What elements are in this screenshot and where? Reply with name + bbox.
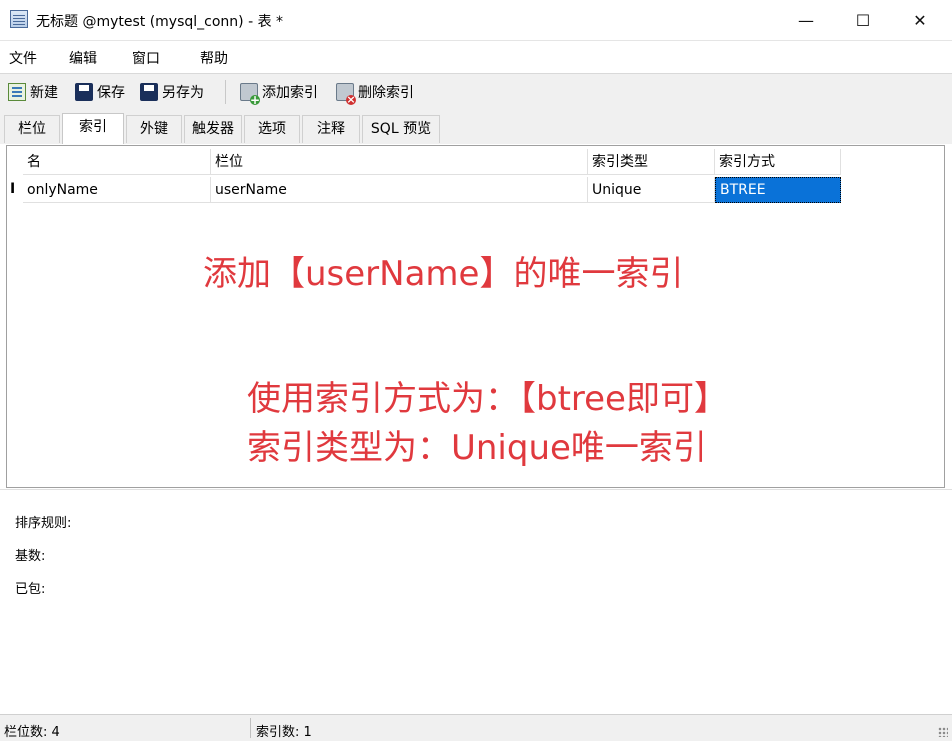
tab-options[interactable]: 选项 [244, 115, 300, 143]
annotation-index-method: 使用索引方式为：【btree即可】 [247, 379, 728, 419]
column-header-index-type[interactable]: 索引类型 [588, 149, 715, 175]
table-design-icon [10, 10, 28, 28]
packed-label: 已包: [15, 582, 46, 597]
title-bar: 无标题 @mytest (mysql_conn) - 表 * — ☐ ✕ [0, 0, 952, 41]
close-button[interactable]: ✕ [891, 0, 949, 40]
delete-index-icon [336, 83, 356, 105]
toolbar: 新建 保存 另存为 添加索引 删除索引 [0, 73, 952, 111]
annotation-add-unique-index: 添加【userName】的唯一索引 [203, 254, 684, 294]
add-index-button-label: 添加索引 [262, 85, 318, 101]
cell-index-name[interactable]: onlyName [23, 177, 211, 203]
window-title: 无标题 @mytest (mysql_conn) - 表 * [36, 14, 284, 30]
menu-help[interactable]: 帮助 [200, 48, 228, 68]
tab-triggers[interactable]: 触发器 [184, 115, 242, 143]
collation-label: 排序规则: [15, 516, 72, 531]
row-cursor-icon: I [10, 181, 16, 197]
index-details-panel: 排序规则: 基数: 已包: [0, 489, 952, 715]
tab-sql-preview[interactable]: SQL 预览 [362, 115, 440, 143]
save-as-icon [140, 83, 158, 101]
save-button[interactable]: 保存 [75, 82, 125, 102]
menu-file[interactable]: 文件 [9, 48, 37, 68]
save-button-label: 保存 [97, 85, 125, 101]
delete-index-button-label: 删除索引 [358, 85, 414, 101]
delete-index-button[interactable]: 删除索引 [336, 82, 414, 105]
column-header-name[interactable]: 名 [23, 149, 211, 175]
tab-foreign-keys[interactable]: 外键 [126, 115, 182, 143]
new-button-label: 新建 [30, 85, 58, 101]
cardinality-label: 基数: [15, 549, 46, 564]
tab-fields[interactable]: 栏位 [4, 115, 60, 143]
tab-comment[interactable]: 注释 [302, 115, 360, 143]
new-button[interactable]: 新建 [8, 82, 58, 102]
menu-bar: 文件 编辑 窗口 帮助 [0, 41, 952, 73]
new-table-icon [8, 83, 26, 101]
column-header-index-method[interactable]: 索引方式 [715, 149, 841, 175]
tab-bar: 栏位 索引 外键 触发器 选项 注释 SQL 预览 [0, 110, 952, 144]
save-as-button[interactable]: 另存为 [140, 82, 204, 102]
annotation-index-type: 索引类型为：Unique唯一索引 [247, 428, 707, 468]
status-separator [250, 718, 251, 738]
cell-index-fields[interactable]: userName [211, 177, 588, 203]
tab-indexes[interactable]: 索引 [62, 113, 124, 144]
column-header-fields[interactable]: 栏位 [211, 149, 588, 175]
index-count-status: 索引数: 1 [256, 725, 312, 740]
field-count-status: 栏位数: 4 [4, 725, 60, 740]
menu-edit[interactable]: 编辑 [69, 48, 97, 68]
add-index-icon [240, 83, 260, 105]
save-icon [75, 83, 93, 101]
menu-window[interactable]: 窗口 [132, 48, 160, 68]
status-bar: 栏位数: 4 索引数: 1 [0, 714, 952, 741]
minimize-button[interactable]: — [777, 0, 835, 40]
toolbar-separator [225, 80, 226, 104]
resize-grip-icon[interactable] [938, 727, 948, 737]
cell-index-method[interactable]: BTREE [715, 177, 841, 203]
maximize-button[interactable]: ☐ [834, 0, 892, 40]
add-index-button[interactable]: 添加索引 [240, 82, 318, 105]
save-as-button-label: 另存为 [162, 85, 204, 101]
cell-index-type[interactable]: Unique [588, 177, 715, 203]
